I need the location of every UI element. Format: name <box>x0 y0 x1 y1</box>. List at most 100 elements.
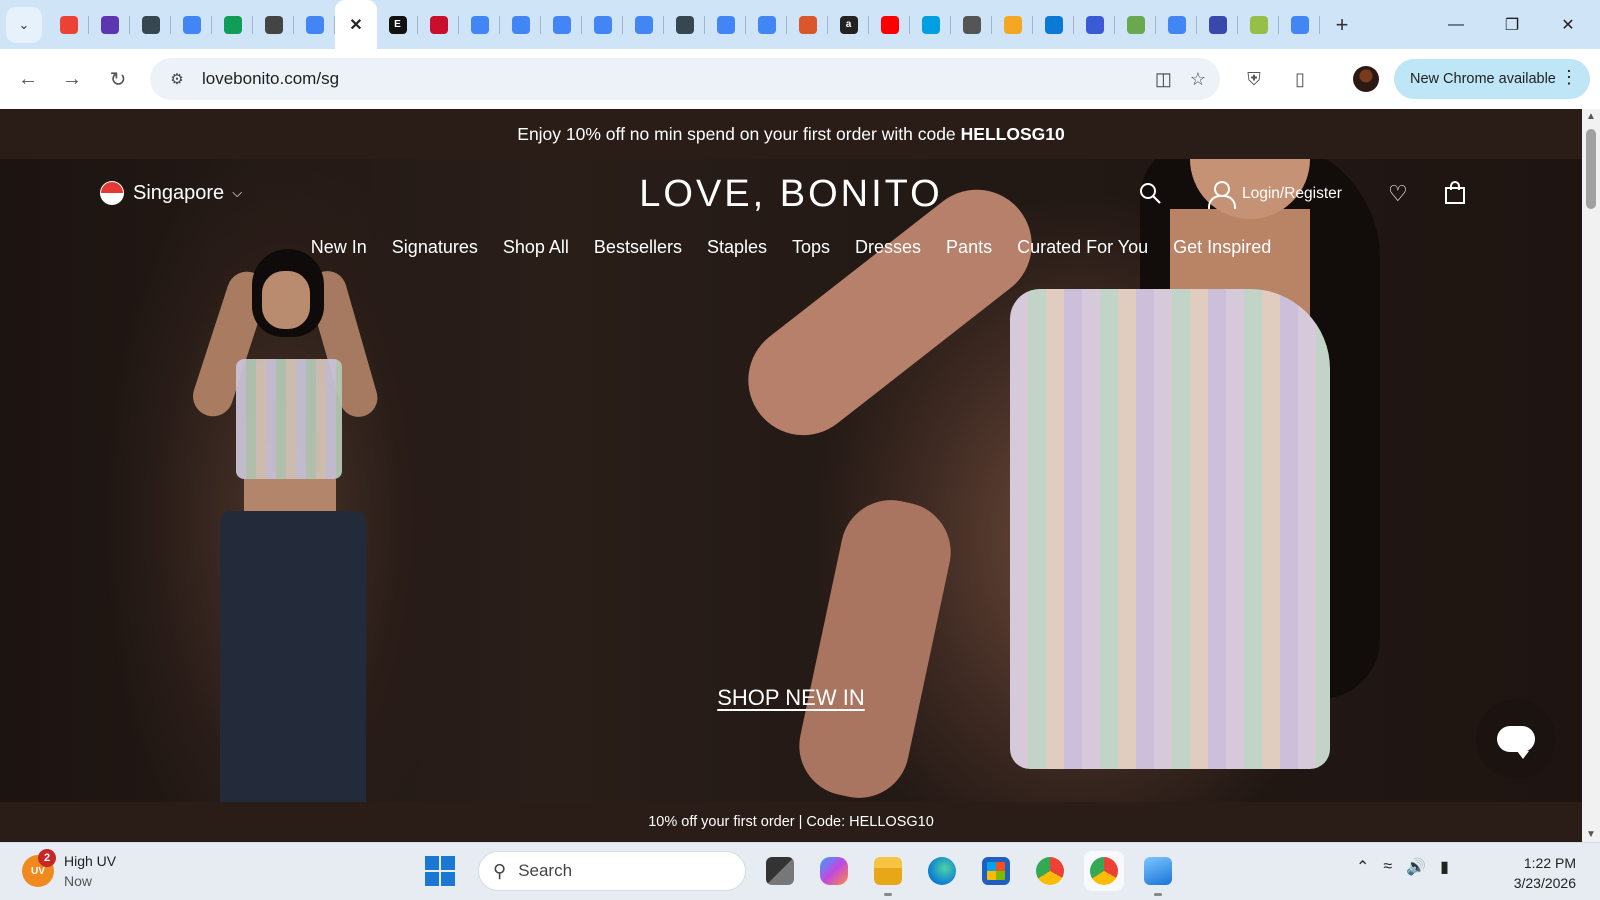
copilot-app[interactable] <box>814 851 854 891</box>
cart-button[interactable] <box>1444 181 1466 205</box>
page-scrollbar[interactable]: ▲ ▼ <box>1582 109 1600 842</box>
main-navigation: New In Signatures Shop All Bestsellers Stapl… <box>0 237 1582 258</box>
install-app-icon[interactable]: ◫ <box>1155 69 1172 90</box>
address-bar[interactable]: ⚙ lovebonito.com/sg ◫ ☆ <box>150 58 1220 100</box>
close-tab-icon[interactable]: ✕ <box>347 16 365 34</box>
browser-tab[interactable] <box>787 0 828 49</box>
browser-tab[interactable] <box>541 0 582 49</box>
tab-search-button[interactable]: ⌄ <box>6 6 42 43</box>
back-button[interactable]: ← <box>10 61 46 97</box>
shopping-bag-icon <box>1445 181 1465 204</box>
nav-item-new-in[interactable]: New In <box>298 237 379 258</box>
browser-tab[interactable] <box>869 0 910 49</box>
minimize-button[interactable]: — <box>1428 0 1484 49</box>
file-explorer-app[interactable] <box>868 851 908 896</box>
taskbar-search[interactable]: ⚲ Search <box>478 851 746 891</box>
browser-tab[interactable] <box>459 0 500 49</box>
browser-tab[interactable] <box>992 0 1033 49</box>
browser-tab[interactable] <box>294 0 335 49</box>
wifi-icon[interactable]: ≈ <box>1383 858 1392 876</box>
photos-icon <box>1144 857 1172 885</box>
search-button[interactable] <box>1138 181 1162 205</box>
browser-tab[interactable] <box>212 0 253 49</box>
scroll-down-icon[interactable]: ▼ <box>1586 829 1596 840</box>
promo-code: HELLOSG10 <box>960 123 1065 144</box>
leaf-icon <box>1126 15 1145 34</box>
browser-tab[interactable] <box>1033 0 1074 49</box>
browser-tab[interactable] <box>48 0 89 49</box>
nav-item-curated-for-you[interactable]: Curated For You <box>1005 237 1161 258</box>
photos-app[interactable] <box>1138 851 1178 896</box>
promo-banner[interactable]: Enjoy 10% off no min spend on your first… <box>0 109 1582 159</box>
browser-tab[interactable] <box>1238 0 1279 49</box>
volume-icon[interactable]: 🔊 <box>1406 857 1426 877</box>
browser-tab[interactable] <box>171 0 212 49</box>
browser-tab[interactable] <box>1156 0 1197 49</box>
browser-tab[interactable]: a <box>828 0 869 49</box>
profile-avatar[interactable] <box>1348 61 1384 97</box>
browser-tab[interactable] <box>951 0 992 49</box>
browser-tab[interactable] <box>253 0 294 49</box>
task-view-icon <box>766 857 794 885</box>
battery-icon[interactable]: ▮ <box>1440 857 1449 877</box>
site-settings-icon[interactable]: ⚙ <box>162 70 192 88</box>
browser-tab[interactable] <box>746 0 787 49</box>
compass-icon <box>675 15 694 34</box>
new-tab-button[interactable]: + <box>1324 7 1360 43</box>
store-app[interactable] <box>976 851 1016 891</box>
browser-tab[interactable] <box>1197 0 1238 49</box>
nav-item-tops[interactable]: Tops <box>780 237 843 258</box>
nav-item-dresses[interactable]: Dresses <box>843 237 934 258</box>
task-view-button[interactable] <box>760 851 800 891</box>
browser-tab[interactable] <box>910 0 951 49</box>
show-hidden-icons-chevron-icon[interactable]: ⌃ <box>1356 857 1369 877</box>
shield-extension-icon[interactable]: ⛨ <box>1236 61 1272 97</box>
chrome-profile-app[interactable] <box>1084 851 1124 891</box>
chrome-app[interactable] <box>1030 851 1070 891</box>
shop-new-in-link[interactable]: SHOP NEW IN <box>717 685 865 710</box>
kebab-menu-icon[interactable]: ⋮ <box>1560 68 1578 86</box>
url-text[interactable]: lovebonito.com/sg <box>202 69 339 89</box>
restore-button[interactable]: ❐ <box>1484 0 1540 49</box>
nav-item-shop-all[interactable]: Shop All <box>490 237 581 258</box>
browser-tab[interactable]: E <box>377 0 418 49</box>
browser-tab[interactable] <box>582 0 623 49</box>
browser-tab[interactable] <box>1074 0 1115 49</box>
nav-item-bestsellers[interactable]: Bestsellers <box>581 237 694 258</box>
reload-button[interactable]: ↻ <box>100 61 136 97</box>
nav-item-get-inspired[interactable]: Get Inspired <box>1161 237 1284 258</box>
browser-tab[interactable] <box>705 0 746 49</box>
new-chrome-available-button[interactable]: New Chrome available ⋮ <box>1394 59 1590 99</box>
scroll-up-icon[interactable]: ▲ <box>1586 111 1596 122</box>
close-window-button[interactable]: ✕ <box>1540 0 1596 49</box>
browser-tab[interactable] <box>1115 0 1156 49</box>
browser-toolbar: ← → ↻ ⚙ lovebonito.com/sg ◫ ☆ ⛨ ▯ New Ch… <box>0 49 1600 109</box>
restore-icon: ❐ <box>1504 16 1520 34</box>
browser-tab[interactable] <box>130 0 171 49</box>
browser-tab[interactable] <box>623 0 664 49</box>
clock[interactable]: 1:22 PM 3/23/2026 <box>1500 853 1576 893</box>
nav-item-staples[interactable]: Staples <box>694 237 779 258</box>
browser-tab[interactable] <box>1279 0 1320 49</box>
edge-app[interactable] <box>922 851 962 891</box>
login-register-link[interactable]: Login/Register <box>1208 181 1342 209</box>
tab-active[interactable]: ✕ <box>335 0 377 49</box>
bookmark-star-icon[interactable]: ☆ <box>1190 69 1206 90</box>
browser-tab[interactable] <box>89 0 130 49</box>
site-logo[interactable]: LOVE, BONITO <box>0 173 1582 216</box>
start-button[interactable] <box>420 851 460 891</box>
weather-widget[interactable]: UV 2 High UV Now <box>22 849 116 891</box>
chat-button[interactable] <box>1476 699 1556 779</box>
wishlist-button[interactable]: ♡ <box>1388 181 1408 207</box>
browser-tab[interactable] <box>418 0 459 49</box>
browser-tab[interactable] <box>500 0 541 49</box>
hero-banner[interactable]: Singapore ⌵ LOVE, BONITO Login/Register … <box>0 159 1582 802</box>
browser-tab[interactable] <box>664 0 705 49</box>
notification-badge: 2 <box>38 849 56 867</box>
scrollbar-thumb[interactable] <box>1586 129 1596 209</box>
forward-button[interactable]: → <box>54 61 90 97</box>
bottom-promo-bar[interactable]: 10% off your first order | Code: HELLOSG… <box>0 802 1582 842</box>
nav-item-pants[interactable]: Pants <box>934 237 1005 258</box>
nav-item-signatures[interactable]: Signatures <box>379 237 490 258</box>
extensions-puzzle-icon[interactable]: ▯ <box>1282 61 1318 97</box>
